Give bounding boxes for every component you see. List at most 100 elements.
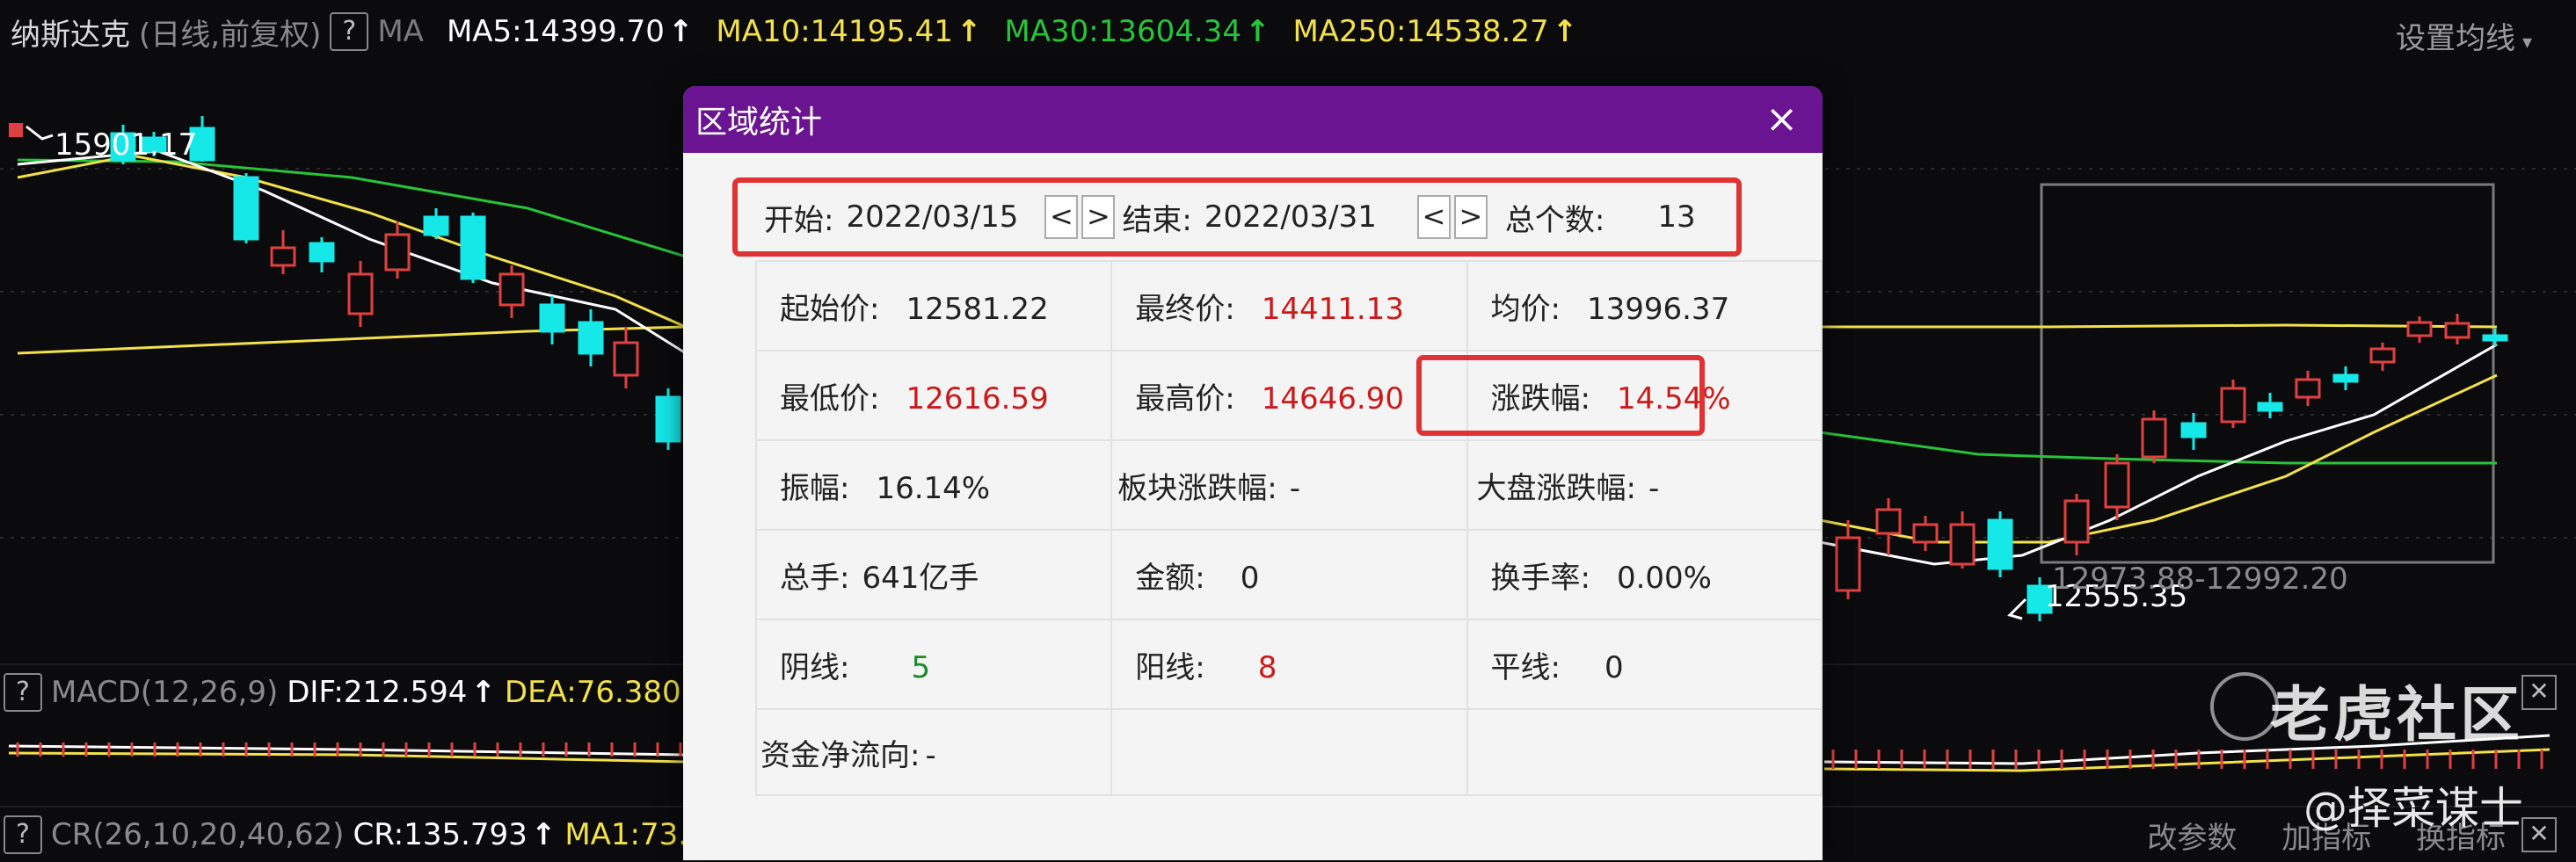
macd-close-icon[interactable]: ✕: [2521, 675, 2557, 710]
help-button[interactable]: ?: [330, 12, 369, 51]
high-pointer-icon: [25, 125, 54, 141]
tiger-logo-icon: [2210, 672, 2279, 741]
cr-value: CR:135.793: [353, 817, 528, 852]
cr-up-arrow-icon: ↑: [530, 817, 557, 852]
candle-body: [2063, 499, 2090, 544]
start-label: 开始:: [764, 202, 834, 238]
cr-close-icon[interactable]: ✕: [2521, 817, 2557, 852]
ma30-up-arrow-icon: ↑: [1244, 14, 1270, 49]
stat-cell: 涨跌幅: 14.54%: [1466, 350, 1823, 441]
candle-body: [578, 321, 604, 355]
candle-body: [1987, 518, 2013, 570]
stat-label: 最高价:: [1135, 380, 1235, 417]
dialog-title: 区域统计: [695, 105, 823, 141]
stat-value: -: [1648, 470, 1660, 506]
table-row: 振幅: 16.14% 板块涨跌幅: - 大盘涨跌幅: -: [754, 439, 1823, 531]
table-row: 总手: 641亿手 金额: 0 换手率: 0.00%: [754, 529, 1823, 620]
start-prev-button[interactable]: <: [1044, 195, 1079, 239]
ma-label: MA: [377, 14, 424, 49]
start-next-button[interactable]: >: [1081, 195, 1116, 239]
dialog-header[interactable]: 区域统计 ×: [683, 86, 1823, 153]
stat-value: 0.00%: [1616, 560, 1712, 596]
stat-label: 板块涨跌幅:: [1117, 470, 1277, 506]
stats-table: 起始价: 12581.22 最终价: 14411.13 均价: 13996.37 最低…: [754, 260, 1823, 796]
stat-cell: [1466, 708, 1823, 796]
stat-cell: 平线: 0: [1466, 619, 1823, 710]
candle-body: [2257, 402, 2283, 412]
stat-label: 阳线:: [1135, 649, 1205, 685]
cr-help-button[interactable]: ?: [4, 815, 42, 854]
stat-label: 换手率:: [1490, 560, 1590, 596]
stat-value: 641亿手: [862, 560, 979, 596]
candle-body: [2369, 347, 2396, 364]
cr-ma1: MA1:73.: [564, 817, 688, 852]
candle-body: [1875, 508, 1902, 535]
stat-value: 5: [911, 649, 931, 685]
ma250-value: MA250:14538.27: [1292, 14, 1549, 49]
stat-cell: 换手率: 0.00%: [1466, 529, 1823, 620]
candle-body: [539, 303, 565, 333]
candle-body: [2104, 461, 2130, 509]
stat-label: 起始价:: [780, 291, 880, 327]
table-row: 资金净流向: -: [754, 708, 1823, 796]
macd-name[interactable]: MACD(12,26,9): [51, 675, 278, 710]
stat-cell: 最高价: 14646.90: [1110, 350, 1468, 441]
stat-value: 8: [1257, 649, 1277, 685]
end-prev-button[interactable]: <: [1416, 195, 1451, 239]
stat-value: 12581.22: [906, 291, 1049, 327]
stat-cell: [1110, 708, 1468, 796]
dif-up-arrow-icon: ↑: [470, 675, 496, 710]
candle-body: [1949, 523, 1976, 566]
stat-label: 大盘涨跌幅:: [1476, 470, 1636, 506]
end-date[interactable]: 2022/03/31: [1204, 199, 1377, 235]
stat-value: 0: [1240, 560, 1260, 596]
stat-cell: 最低价: 12616.59: [754, 350, 1113, 441]
start-date[interactable]: 2022/03/15: [846, 199, 1018, 235]
stat-cell: 大盘涨跌幅: -: [1466, 439, 1823, 531]
table-row: 起始价: 12581.22 最终价: 14411.13 均价: 13996.37: [754, 260, 1823, 351]
table-row: 阴线: 5 阳线: 8 平线: 0: [754, 619, 1823, 710]
candle-body: [2444, 322, 2470, 339]
stat-label: 振幅:: [780, 470, 850, 506]
cr-name[interactable]: CR(26,10,20,40,62): [51, 817, 344, 852]
range-label: 12973.88-12992.20: [2052, 561, 2348, 597]
change-params-button[interactable]: 改参数: [2147, 821, 2237, 856]
close-icon[interactable]: ×: [1765, 97, 1798, 141]
date-range-row: 开始: 2022/03/15 < > 结束: 2022/03/31 < > 总个…: [732, 177, 1742, 257]
stat-cell: 均价: 13996.37: [1466, 260, 1823, 351]
stat-value: -: [1289, 470, 1300, 506]
candle-body: [2180, 422, 2207, 438]
stat-value: 14.54%: [1616, 380, 1731, 417]
stat-label: 金额:: [1135, 560, 1205, 596]
stat-value: 13996.37: [1586, 291, 1730, 327]
ma10-up-arrow-icon: ↑: [956, 14, 982, 49]
candle-body: [423, 215, 449, 236]
stat-cell: 板块涨跌幅: -: [1110, 439, 1468, 531]
stat-cell: 最终价: 14411.13: [1110, 260, 1468, 351]
stat-label: 均价:: [1490, 291, 1561, 327]
stat-cell: 起始价: 12581.22: [754, 260, 1113, 351]
candle-body: [460, 215, 486, 280]
stat-label: 涨跌幅:: [1490, 380, 1590, 417]
macd-dif: DIF:212.594: [287, 675, 468, 710]
candle-body: [2295, 378, 2321, 399]
ma250-up-arrow-icon: ↑: [1552, 14, 1578, 49]
end-next-button[interactable]: >: [1453, 195, 1488, 239]
chevron-down-icon: ▾: [2521, 32, 2532, 54]
stat-cell: 总手: 641亿手: [754, 529, 1113, 620]
macd-help-button[interactable]: ?: [4, 673, 42, 712]
candle-body: [384, 233, 411, 272]
high-label: 15901.17: [55, 127, 197, 163]
stat-value: -: [925, 737, 936, 773]
table-row: 最低价: 12616.59 最高价: 14646.90 涨跌幅: 14.54%: [754, 350, 1823, 441]
chart-mode: (日线,前复权): [139, 17, 322, 53]
set-ma-button[interactable]: 设置均线 ▾: [2396, 14, 2532, 57]
candle-body: [2406, 321, 2433, 337]
stat-cell: 资金净流向: -: [754, 708, 1113, 796]
set-ma-label: 设置均线: [2395, 21, 2515, 56]
stat-cell: 金额: 0: [1110, 529, 1468, 620]
stat-label: 资金净流向:: [760, 737, 921, 773]
stat-cell: 阴线: 5: [754, 619, 1113, 710]
candle-body: [498, 272, 525, 307]
candle-body: [655, 395, 681, 443]
